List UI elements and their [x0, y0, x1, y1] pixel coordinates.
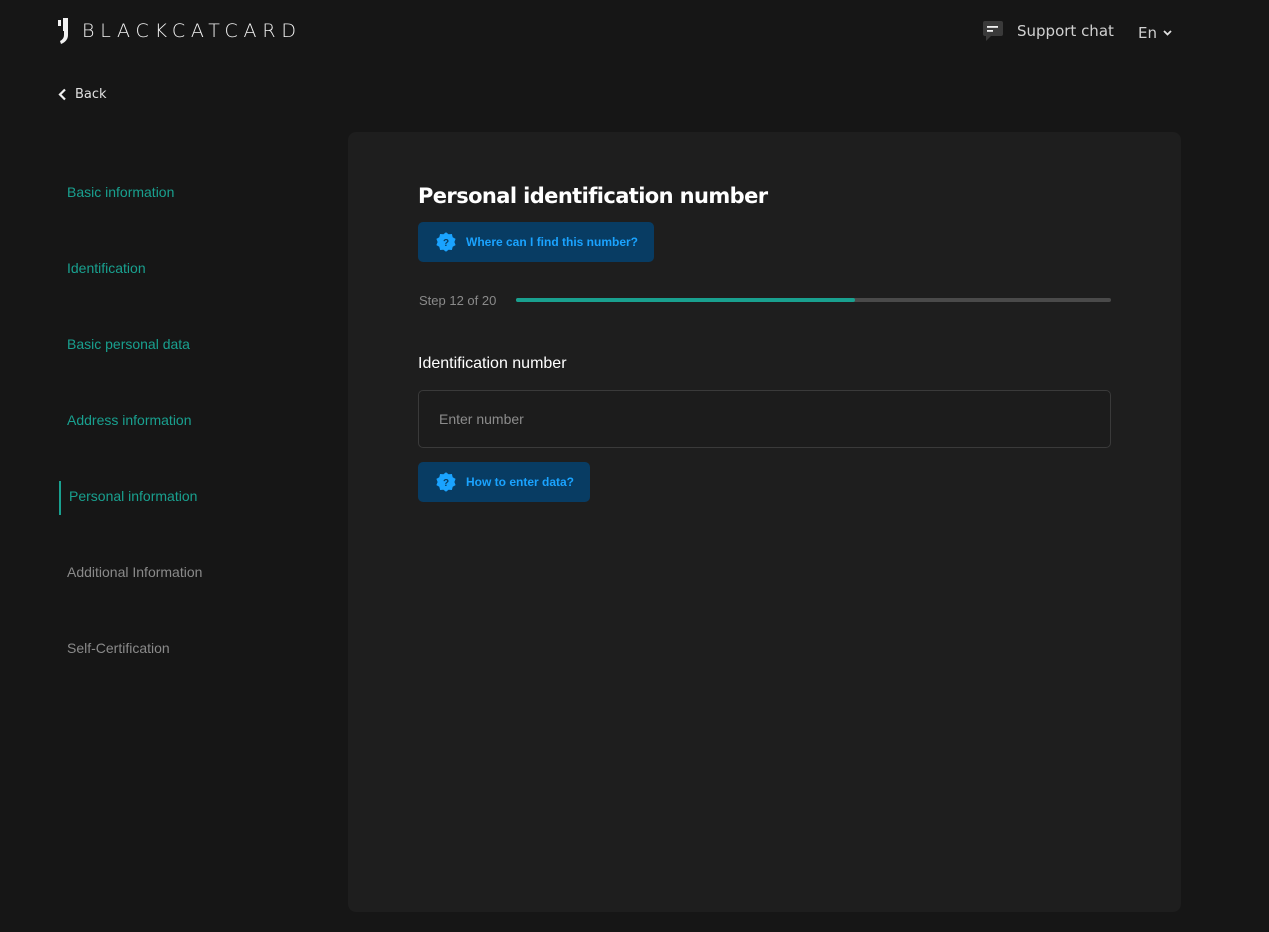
chevron-down-icon: [1163, 30, 1172, 36]
sidebar-item-self-certification[interactable]: Self-Certification: [59, 610, 329, 686]
where-to-find-number-button[interactable]: ? Where can I find this number?: [418, 222, 655, 262]
language-label: En: [1138, 24, 1157, 42]
page-title: Personal identification number: [418, 184, 768, 208]
support-chat-label: Support chat: [1017, 22, 1114, 40]
language-selector[interactable]: En: [1138, 24, 1172, 42]
progress-bar: [516, 298, 1111, 302]
back-link[interactable]: Back: [58, 87, 107, 102]
sidebar-item-identification[interactable]: Identification: [59, 230, 329, 306]
progress-bar-fill: [516, 298, 856, 302]
how-to-enter-data-label: How to enter data?: [466, 475, 575, 489]
question-badge-icon: ?: [436, 232, 456, 252]
steps-sidebar: Basic information Identification Basic p…: [59, 154, 329, 686]
how-to-enter-data-button[interactable]: ? How to enter data?: [418, 462, 591, 502]
logo[interactable]: BLACKCATCARD: [58, 18, 302, 44]
svg-text:?: ?: [443, 478, 449, 489]
form-card: Personal identification number ? Where c…: [348, 132, 1181, 912]
step-counter: Step 12 of 20: [419, 293, 497, 308]
svg-text:?: ?: [443, 238, 449, 249]
where-to-find-number-label: Where can I find this number?: [466, 235, 639, 249]
sidebar-item-basic-personal-data[interactable]: Basic personal data: [59, 306, 329, 382]
blackcat-mark-icon: [58, 18, 68, 44]
identification-number-input[interactable]: [418, 390, 1111, 448]
question-badge-icon: ?: [436, 472, 456, 492]
sidebar-item-address-information[interactable]: Address information: [59, 382, 329, 458]
logo-text: BLACKCATCARD: [82, 20, 302, 42]
chat-bubble-icon: [983, 21, 1003, 41]
sidebar-item-additional-information[interactable]: Additional Information: [59, 534, 329, 610]
support-chat-button[interactable]: Support chat: [982, 20, 1114, 42]
chevron-left-icon: [58, 88, 66, 101]
sidebar-item-basic-information[interactable]: Basic information: [59, 154, 329, 230]
identification-number-label: Identification number: [418, 355, 567, 372]
sidebar-item-personal-information[interactable]: Personal information: [59, 458, 329, 534]
page: BLACKCATCARD Support chat En Back Basic …: [0, 0, 1269, 932]
back-label: Back: [75, 87, 107, 102]
